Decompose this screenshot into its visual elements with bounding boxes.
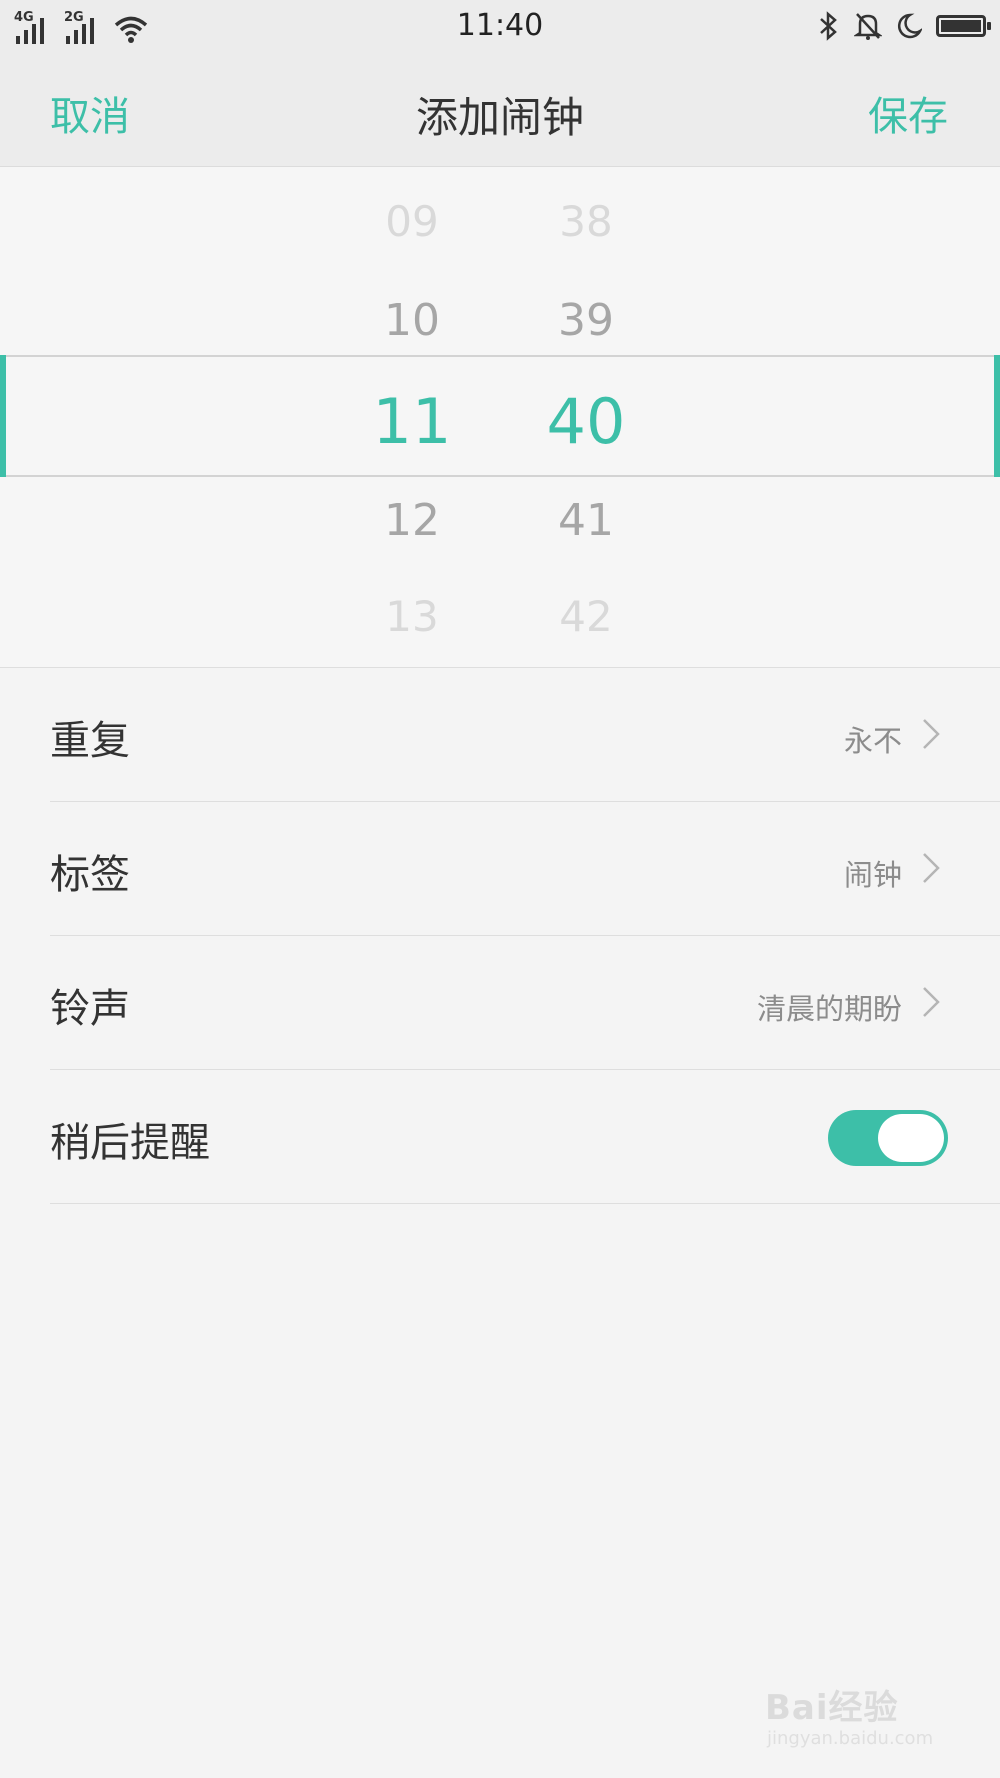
selected-hour[interactable]: 11 [342, 385, 482, 458]
selected-minute[interactable]: 40 [516, 385, 656, 458]
hour-option[interactable]: 10 [342, 295, 482, 346]
ringtone-row[interactable]: 铃声 清晨的期盼 [50, 936, 1000, 1070]
ringtone-label: 铃声 [50, 986, 130, 1032]
chevron-right-icon [923, 853, 940, 883]
chevron-right-icon [923, 987, 940, 1017]
chevron-right-icon [923, 719, 940, 749]
moon-icon [897, 13, 922, 39]
baidu-watermark: Bai经验 jingyan.baidu.com [765, 1680, 965, 1760]
selection-band [0, 355, 1000, 477]
minute-option[interactable]: 41 [516, 495, 656, 546]
save-button[interactable]: 保存 [868, 84, 948, 142]
bell-off-icon [854, 13, 882, 40]
page-title: 添加闹钟 [415, 93, 584, 142]
app-header: 取消 添加闹钟 保存 [0, 54, 1000, 167]
hour-option[interactable]: 12 [342, 495, 482, 546]
bluetooth-icon [820, 11, 837, 41]
time-picker[interactable]: 09 10 11 12 13 38 39 40 41 42 [0, 167, 1000, 668]
tag-row[interactable]: 标签 闹钟 [50, 802, 1000, 936]
settings-list: 重复 永不 标签 闹钟 铃声 清晨的期盼 稍后提醒 [0, 668, 1000, 1204]
tag-label: 标签 [50, 852, 130, 898]
hour-wheel[interactable]: 09 10 11 12 13 [342, 167, 482, 667]
snooze-label: 稍后提醒 [50, 1120, 210, 1166]
minute-wheel[interactable]: 38 39 40 41 42 [516, 167, 656, 667]
minute-option[interactable]: 38 [516, 197, 656, 246]
tag-value: 闹钟 [843, 858, 902, 892]
repeat-value: 永不 [843, 724, 902, 758]
repeat-label: 重复 [50, 718, 130, 764]
minute-option[interactable]: 39 [516, 295, 656, 346]
status-bar: 4G 2G 11:40 [0, 0, 1000, 54]
status-icons [818, 8, 991, 44]
hour-option[interactable]: 13 [342, 592, 482, 641]
snooze-toggle[interactable] [828, 1110, 948, 1166]
watermark-url: jingyan.baidu.com [767, 1728, 934, 1749]
minute-option[interactable]: 42 [516, 592, 656, 641]
watermark-logo: Bai经验 [765, 1688, 899, 1728]
snooze-row: 稍后提醒 [50, 1070, 1000, 1204]
repeat-row[interactable]: 重复 永不 [50, 668, 1000, 802]
ringtone-value: 清晨的期盼 [756, 992, 902, 1026]
toggle-knob [878, 1114, 944, 1162]
battery-icon [936, 15, 991, 37]
hour-option[interactable]: 09 [342, 197, 482, 246]
